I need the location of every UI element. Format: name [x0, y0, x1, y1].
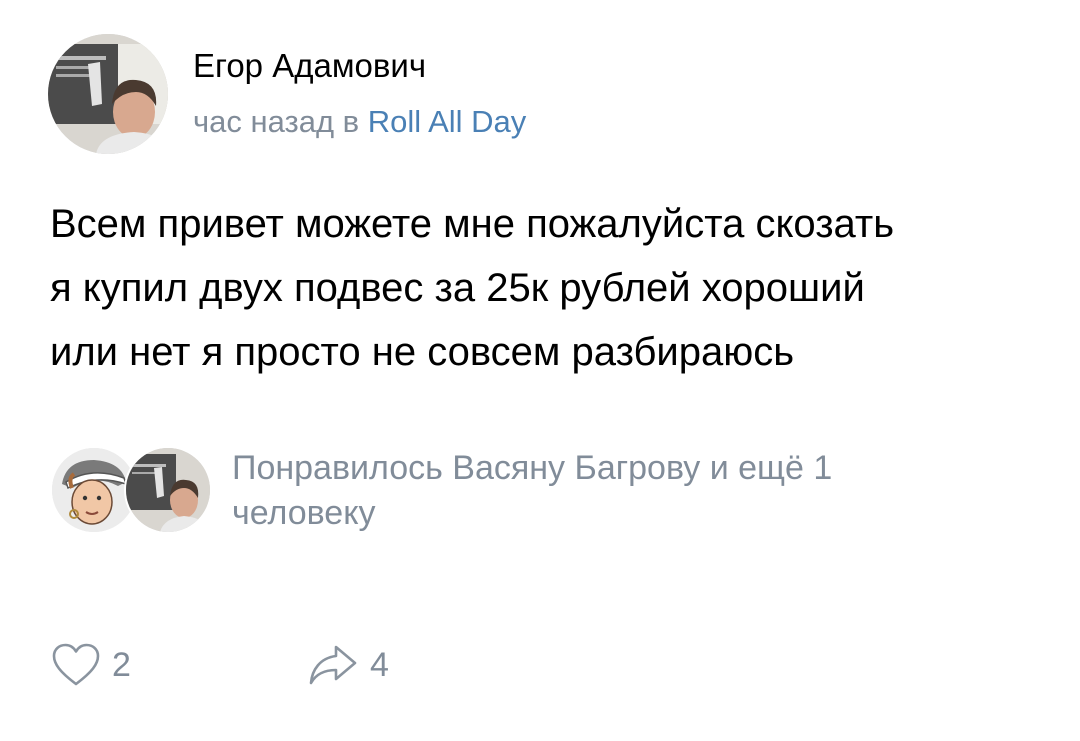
liker-avatar [124, 446, 212, 534]
likes-summary-line: человеку [232, 494, 376, 532]
post-card: Егор Адамович час назад в Roll All Day В… [0, 0, 1080, 741]
author-avatar[interactable] [48, 34, 168, 154]
heart-icon [52, 643, 100, 686]
group-link[interactable]: Roll All Day [368, 104, 527, 139]
author-photo [48, 34, 168, 154]
share-button[interactable]: 4 [308, 640, 389, 690]
share-count: 4 [370, 646, 389, 684]
post-text-line: я купил двух подвес за 25к рублей хороши… [50, 266, 865, 310]
post-time: час назад в [193, 104, 360, 139]
like-count: 2 [112, 646, 131, 684]
likes-summary[interactable]: Понравилось Васяну Багрову и ещё 1 челов… [232, 446, 1032, 536]
share-arrow-icon [309, 645, 357, 685]
author-name[interactable]: Егор Адамович [193, 46, 426, 86]
liker-photo [126, 448, 210, 532]
post-text-line: или нет я просто не совсем разбираюсь [50, 330, 795, 374]
liker-avatars[interactable] [50, 446, 212, 534]
like-button[interactable]: 2 [52, 640, 131, 690]
likes-summary-line: Понравилось Васяну Багрову и ещё 1 [232, 449, 833, 487]
post-text: Всем привет можете мне пожалуйста скозат… [50, 192, 1050, 384]
post-meta: час назад в Roll All Day [193, 103, 526, 141]
post-text-line: Всем привет можете мне пожалуйста скозат… [50, 202, 895, 246]
